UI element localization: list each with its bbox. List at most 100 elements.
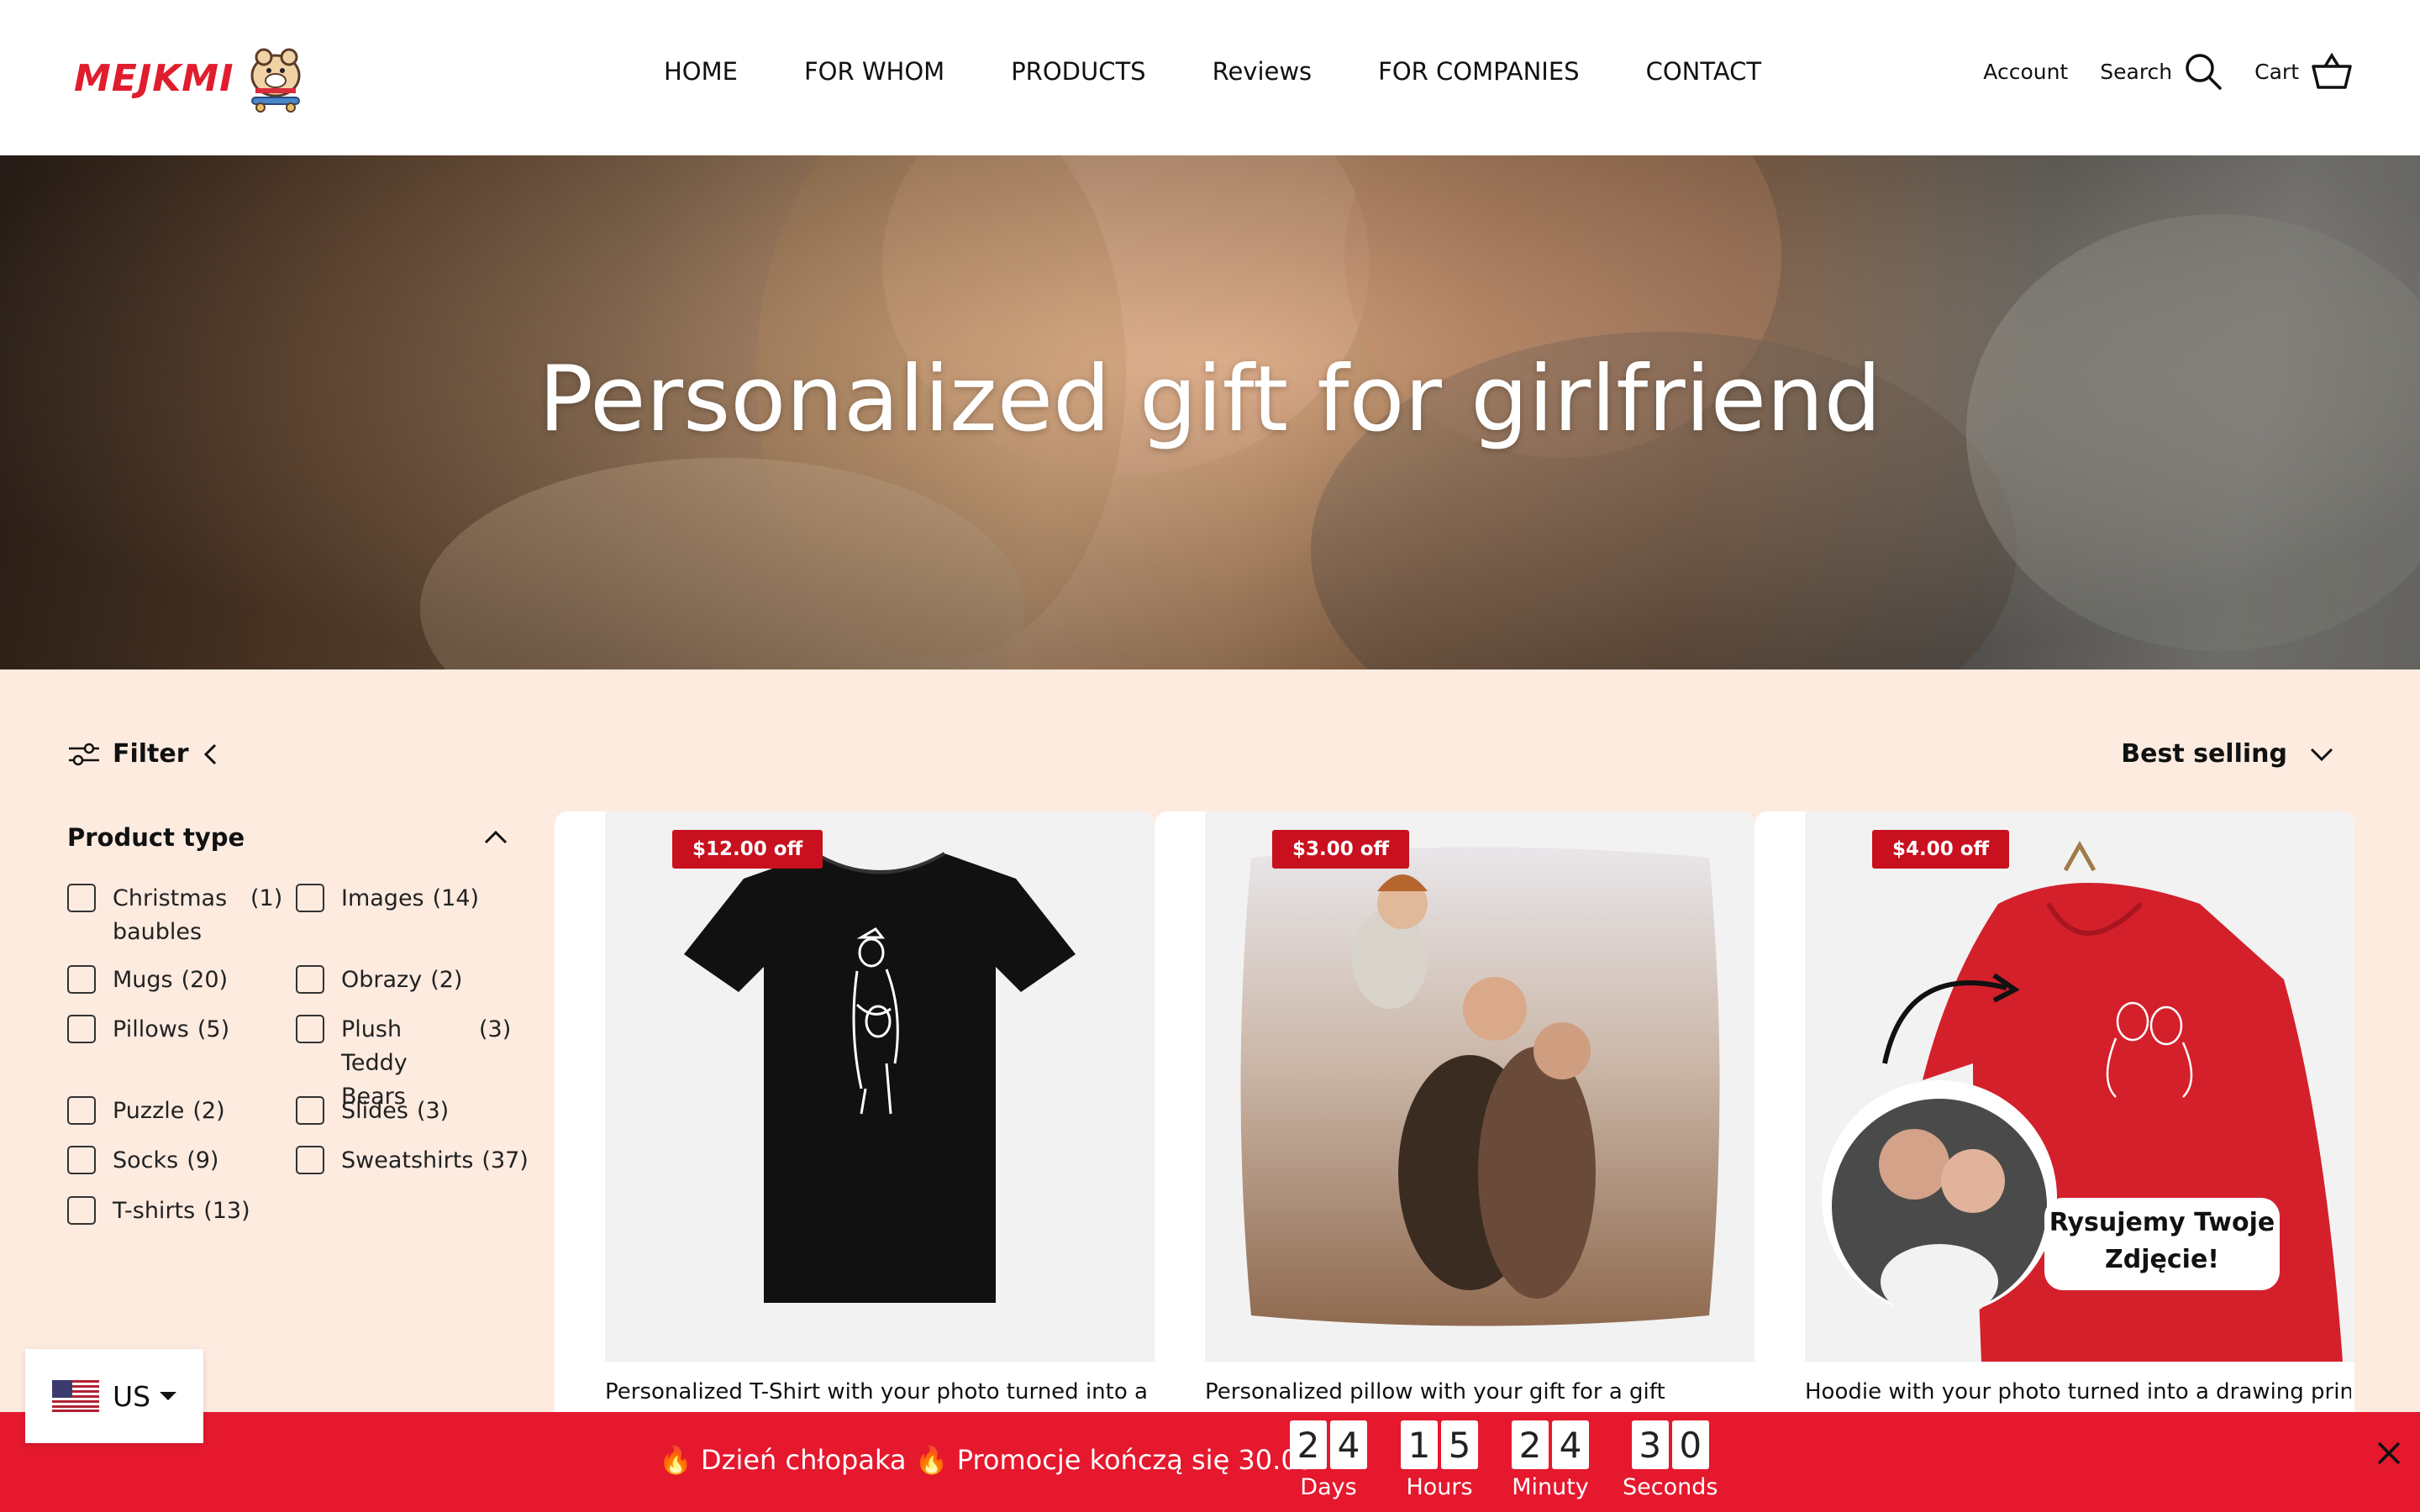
nav-for-companies[interactable]: FOR COMPANIES [1378, 57, 1579, 86]
cart-button[interactable]: Cart [2254, 53, 2353, 90]
facet-option[interactable]: T-shirts (13) [67, 1194, 250, 1228]
search-button[interactable]: Search [2100, 52, 2223, 91]
facet-option-count: (37) [481, 1147, 529, 1173]
checkbox[interactable] [67, 1196, 96, 1225]
promo-bar: 🔥 Dzień chłopaka 🔥 Promocje kończą się 3… [0, 1412, 2420, 1512]
checkbox[interactable] [67, 1146, 96, 1174]
timer-minutes: 2 4 Minuty [1512, 1420, 1589, 1500]
facet-option[interactable]: Images (14) [296, 882, 479, 916]
facet-option[interactable]: Sweatshirts (37) [296, 1144, 529, 1178]
cart-label: Cart [2254, 59, 2299, 84]
page-title: Personalized gift for girlfriend [538, 347, 1882, 452]
country-selector[interactable]: US [25, 1349, 203, 1443]
timer-digit: 2 [1290, 1420, 1327, 1469]
timer-label: Minuty [1512, 1474, 1589, 1500]
facet-option-label: Christmas baubles [113, 885, 228, 945]
timer-digit: 2 [1512, 1420, 1549, 1469]
brand-name: MEJKMI [74, 56, 234, 100]
facet-option[interactable]: Puzzle (2) [67, 1095, 225, 1128]
checkbox[interactable] [67, 884, 96, 912]
product-title[interactable]: Personalized pillow with your gift for a… [1205, 1379, 1751, 1404]
facet-option[interactable]: Christmas baubles (1) [67, 882, 286, 949]
timer-digit: 3 [1631, 1420, 1669, 1469]
hoodie-image [1822, 840, 2343, 1362]
filter-toggle[interactable]: Filter [67, 739, 218, 769]
facet-option[interactable]: Socks (9) [67, 1144, 218, 1178]
nav-reviews[interactable]: Reviews [1213, 57, 1313, 86]
facet-option-count: (3) [479, 1016, 512, 1042]
product-title[interactable]: Hoodie with your photo turned into a dra… [1805, 1379, 2351, 1404]
product-title[interactable]: Personalized T-Shirt with your photo tur… [605, 1379, 1151, 1404]
discount-badge: $12.00 off [672, 830, 823, 869]
account-link[interactable]: Account [1983, 60, 2068, 84]
timer-label: Seconds [1623, 1474, 1718, 1500]
facet-option-label: Socks [113, 1147, 179, 1173]
promo-text: 🔥 Dzień chłopaka 🔥 Promocje kończą się 3… [659, 1444, 1316, 1476]
facet-option[interactable]: Mugs (20) [67, 963, 228, 997]
chevron-down-icon [2310, 748, 2333, 761]
mascot-icon [250, 48, 301, 113]
checkbox[interactable] [67, 965, 96, 994]
checkbox[interactable] [296, 1015, 324, 1043]
product-image[interactable]: $3.00 off [1205, 811, 1754, 1362]
facet-option-label: Puzzle [113, 1098, 185, 1124]
facet-option[interactable]: Slides (3) [296, 1095, 449, 1128]
discount-badge: $4.00 off [1872, 830, 2010, 869]
tshirt-image [684, 852, 1076, 1303]
product-image[interactable]: $4.00 off Rysujemy Twoje Zdjęcie! [1805, 811, 2354, 1362]
product-card[interactable]: $4.00 off Rysujemy Twoje Zdjęcie! Hoodie… [1754, 811, 2354, 1450]
caret-down-icon [160, 1392, 177, 1400]
timer-digit: 4 [1552, 1420, 1589, 1469]
search-label: Search [2100, 59, 2173, 84]
pillow-image [1240, 847, 1720, 1326]
checkbox[interactable] [296, 1146, 324, 1174]
product-image[interactable]: $12.00 off [605, 811, 1155, 1362]
timer-digit: 1 [1401, 1420, 1438, 1469]
facet-option-label: Obrazy [341, 967, 423, 993]
facet-option-count: (5) [197, 1016, 230, 1042]
nav-products[interactable]: PRODUCTS [1011, 57, 1145, 86]
timer-digit: 0 [1671, 1420, 1709, 1469]
cart-icon [2312, 53, 2352, 89]
nav-contact[interactable]: CONTACT [1646, 57, 1762, 86]
nav-home[interactable]: HOME [664, 57, 738, 86]
facet-option-count: (3) [416, 1098, 450, 1124]
site-header: MEJKMI HOME FOR WHOM PRODUCTS Reviews FO… [0, 0, 2420, 155]
search-icon [2186, 54, 2222, 90]
timer-seconds: 3 0 Seconds [1623, 1420, 1718, 1500]
facet-option-label: Mugs [113, 967, 173, 993]
account-label: Account [1983, 59, 2069, 84]
countdown-timer: 2 4 Days 1 5 Hours 2 4 Minuty 3 0 Second… [1290, 1420, 1751, 1500]
facet-option[interactable]: Obrazy (2) [296, 963, 462, 997]
facet-option-label: Pillows [113, 1016, 189, 1042]
checkbox[interactable] [296, 1096, 324, 1125]
discount-badge: $3.00 off [1272, 830, 1410, 869]
timer-digit: 4 [1330, 1420, 1367, 1469]
nav-for-whom[interactable]: FOR WHOM [804, 57, 944, 86]
hoodie-overlay-text: Rysujemy Twoje Zdjęcie! [2049, 1208, 2275, 1274]
checkbox[interactable] [67, 1096, 96, 1125]
checkbox[interactable] [67, 1015, 96, 1043]
product-card[interactable]: $3.00 off Personalized pillow with your … [1155, 811, 1754, 1450]
header-actions: Account Search Cart [1983, 52, 2353, 91]
chevron-left-icon [203, 743, 216, 764]
facet-option-label: Images [341, 885, 424, 911]
facet-product-type-header[interactable]: Product type [67, 823, 508, 852]
sort-label: Best selling [2121, 739, 2287, 769]
checkbox[interactable] [296, 884, 324, 912]
product-card[interactable]: $12.00 off Personalized T-Shirt with you… [555, 811, 1155, 1450]
brand-logo[interactable]: MEJKMI [74, 40, 309, 116]
facet-option-label: Sweatshirts [341, 1147, 474, 1173]
facet-option-label: T-shirts [113, 1198, 196, 1224]
facet-option[interactable]: Pillows (5) [67, 1013, 229, 1047]
timer-days: 2 4 Days [1290, 1420, 1367, 1500]
main-nav: HOME FOR WHOM PRODUCTS Reviews FOR COMPA… [664, 57, 1761, 86]
facet-option-count: (9) [187, 1147, 219, 1173]
close-icon[interactable] [2376, 1441, 2402, 1466]
sort-dropdown[interactable]: Best selling [2121, 739, 2334, 769]
country-code: US [113, 1379, 151, 1413]
filter-label: Filter [113, 739, 189, 769]
checkbox[interactable] [296, 965, 324, 994]
timer-label: Days [1300, 1474, 1357, 1500]
facet-title: Product type [67, 823, 245, 852]
